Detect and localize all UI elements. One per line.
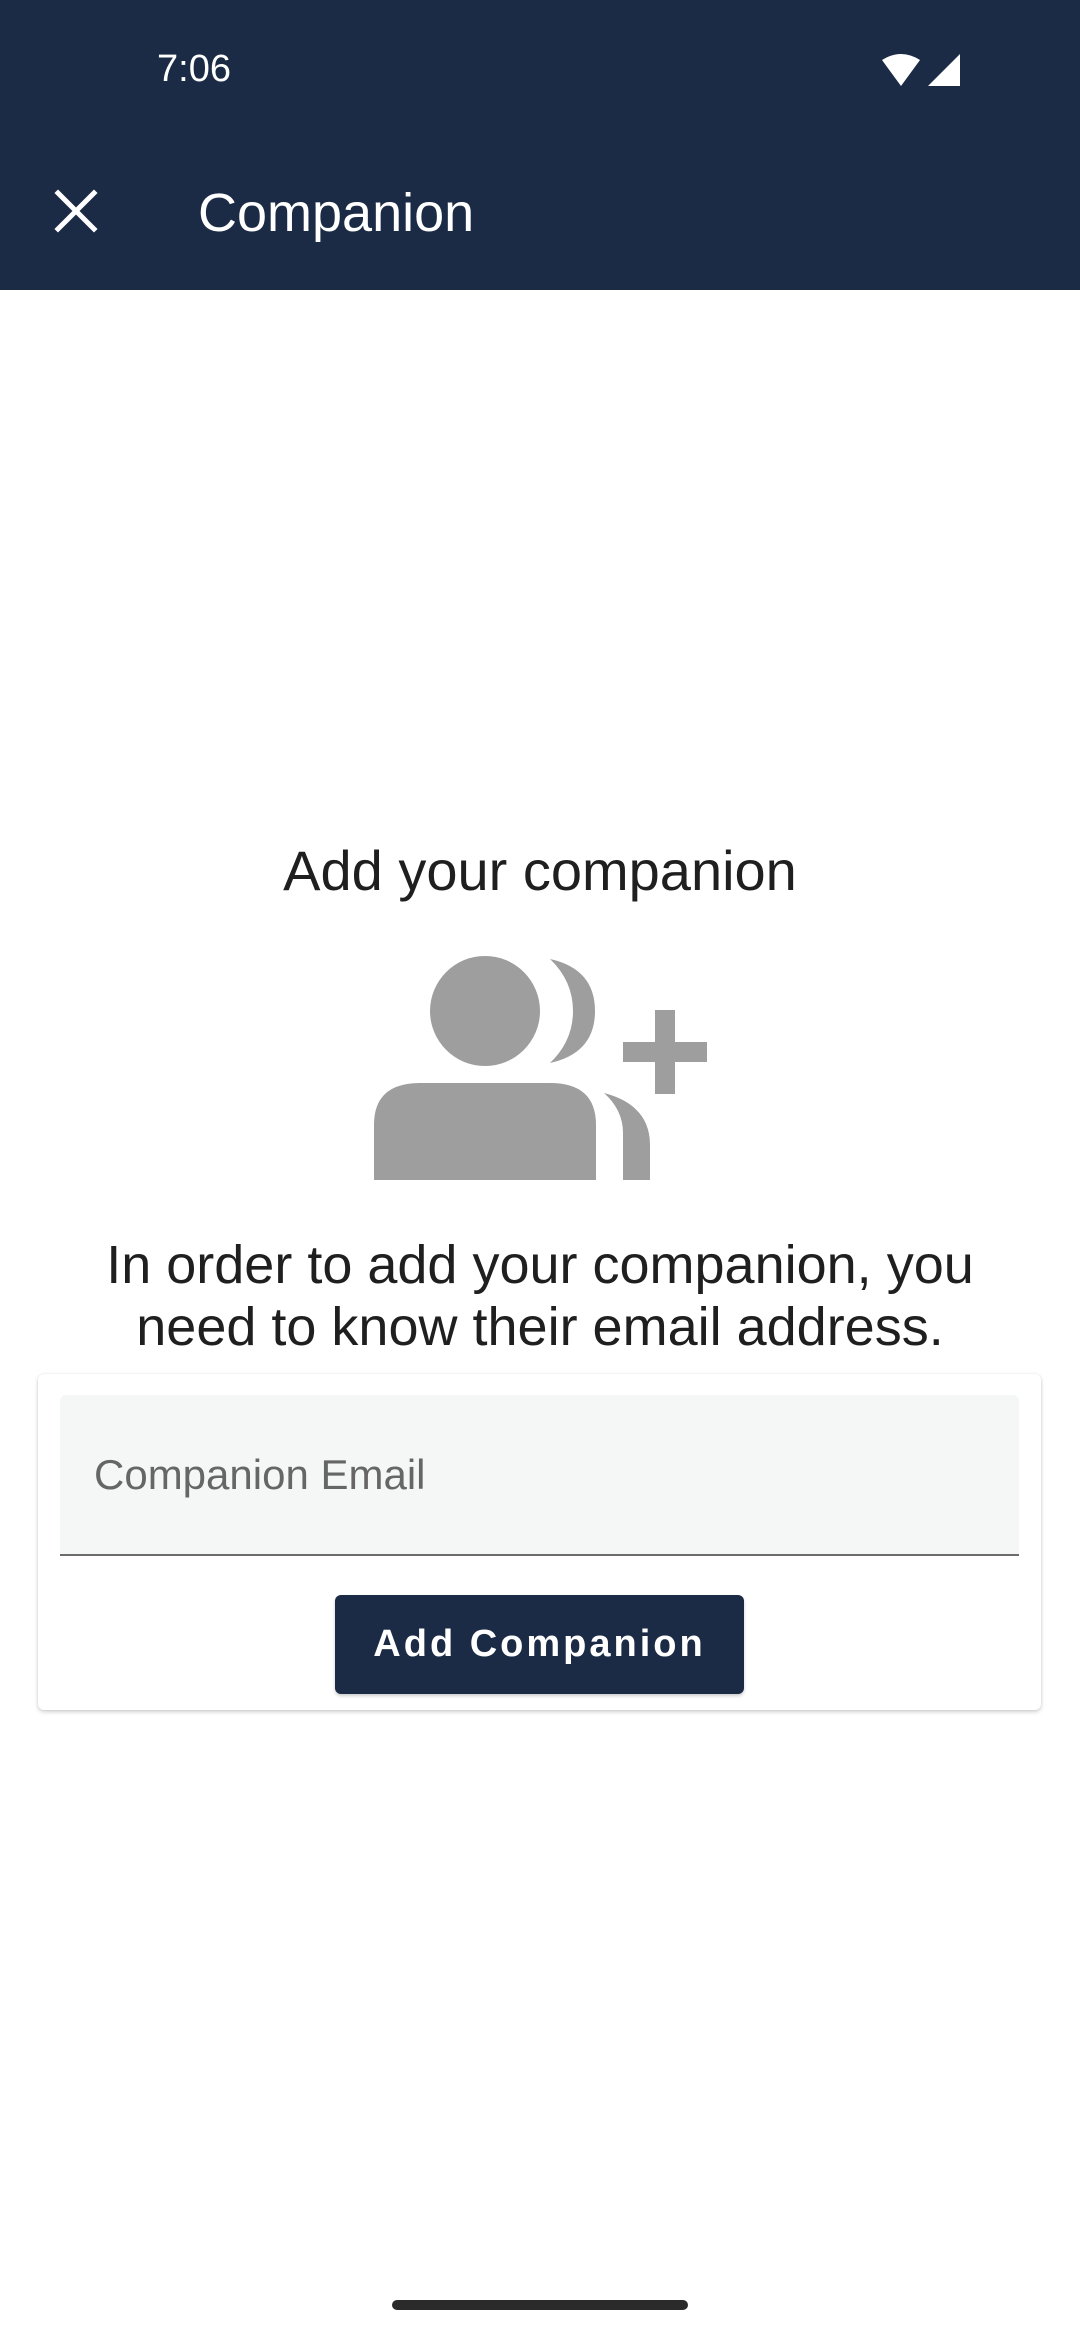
add-group-icon (370, 955, 710, 1180)
home-indicator[interactable] (392, 2300, 688, 2310)
app-header: 7:06 Companion (0, 0, 1080, 290)
instruction-text: In order to add your companion, you need… (106, 1235, 974, 1357)
companion-form-card: Add Companion (38, 1374, 1041, 1710)
wifi-icon (882, 54, 920, 86)
page-title: Companion (198, 183, 475, 243)
close-icon (54, 189, 98, 233)
add-companion-button[interactable]: Add Companion (335, 1595, 744, 1694)
cell-signal-icon (928, 54, 960, 86)
status-icons (880, 52, 962, 92)
companion-email-field[interactable] (60, 1395, 1019, 1556)
add-companion-heading: Add your companion (283, 839, 797, 902)
close-button[interactable] (36, 171, 116, 251)
companion-email-input[interactable] (60, 1395, 1019, 1554)
status-time: 7:06 (157, 48, 231, 90)
